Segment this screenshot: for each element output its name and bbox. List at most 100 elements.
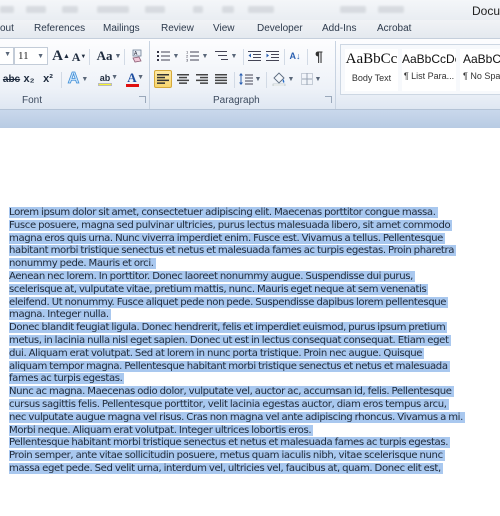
style-body-text[interactable]: AaBbCc Body Text <box>345 49 398 91</box>
chevron-down-icon: ▼ <box>37 52 44 60</box>
align-right-icon <box>196 74 208 84</box>
text-line: magna. Integer nulla. <box>9 309 495 322</box>
show-hide-marks-button[interactable]: ¶ <box>312 47 326 65</box>
tab-view[interactable]: View <box>213 23 235 34</box>
document-page[interactable]: Lorem ipsum dolor sit amet, consectetuer… <box>0 128 500 516</box>
text-line: nonummy pede. Mauris et orci. <box>9 258 495 271</box>
ribbon: ▼ 11 ▼ A ▲ A ▼ Aa ▼ A abc x₂ x² A ▼ ab ▼… <box>0 39 500 110</box>
quick-access-item[interactable] <box>97 6 129 13</box>
text-line: Fusce posuere, magna sed pulvinar ultric… <box>9 219 495 233</box>
paragraph[interactable]: Lorem ipsum dolor sit amet, consectetuer… <box>9 207 495 271</box>
style-name: ¶ List Para... <box>403 71 455 81</box>
tab-mailings[interactable]: Mailings <box>103 23 140 34</box>
grow-font-icon: A <box>52 47 63 64</box>
text-line: Proin semper, ante vitae sollicitudin po… <box>9 450 495 463</box>
change-case-button[interactable]: Aa ▼ <box>96 47 122 65</box>
selected-text: habitant morbi tristique senectus et net… <box>9 245 457 257</box>
font-color-icon: A <box>127 69 137 85</box>
selected-text: Nunc ac magna. Maecenas odio dolor, vulp… <box>9 386 454 398</box>
align-left-button[interactable] <box>154 70 172 88</box>
tab-acrobat[interactable]: Acrobat <box>377 23 411 34</box>
style-name: ¶ No Spa <box>463 71 500 81</box>
window-title: Docu <box>471 4 500 18</box>
quick-access-item[interactable] <box>340 6 366 13</box>
selected-text: Proin semper, ante vitae sollicitudin po… <box>9 450 445 462</box>
paragraph[interactable]: Aenean nec lorem. In porttitor. Donec la… <box>9 270 495 322</box>
numbering-button[interactable]: 1 2 3 ▼ <box>184 47 210 65</box>
bullets-button[interactable]: ▼ <box>155 47 181 65</box>
paragraph[interactable]: Pellentesque habitant morbi tristique se… <box>9 437 495 475</box>
quick-access-item[interactable] <box>222 6 234 13</box>
borders-icon <box>300 73 313 85</box>
decrease-indent-icon <box>247 51 261 61</box>
selected-text: dui. Aliquam erat volutpat. Sed at lorem… <box>9 347 425 359</box>
shading-button[interactable]: ▼ <box>270 70 296 88</box>
font-dialog-launcher[interactable] <box>139 96 146 103</box>
multilevel-list-icon <box>214 51 228 60</box>
style-no-spacing[interactable]: AaBbCc ¶ No Spa <box>460 49 500 91</box>
font-color-button[interactable]: A ▼ <box>120 70 144 88</box>
quick-access-item[interactable] <box>378 6 404 13</box>
decrease-indent-button[interactable] <box>246 47 262 65</box>
selected-text: massa eget pede. Sed velit urna, interdu… <box>9 462 443 474</box>
tab-developer[interactable]: Developer <box>257 23 303 34</box>
style-sample: AaBbCc <box>463 52 500 66</box>
style-name: Body Text <box>351 73 392 83</box>
tab-add-ins[interactable]: Add-Ins <box>322 23 356 34</box>
separator <box>89 49 90 65</box>
quick-access-item[interactable] <box>193 6 203 13</box>
align-center-button[interactable] <box>174 70 192 88</box>
tab-references[interactable]: References <box>34 23 85 34</box>
subscript-button[interactable]: x₂ <box>22 70 36 88</box>
quick-access-item[interactable] <box>0 6 14 13</box>
quick-access-item[interactable] <box>26 6 46 13</box>
tab-review[interactable]: Review <box>161 23 194 34</box>
subscript-icon: x₂ <box>23 73 35 85</box>
style-list-paragraph[interactable]: AaBbCcDc ¶ List Para... <box>402 49 456 91</box>
paragraph-group-label: Paragraph <box>213 95 260 106</box>
clear-formatting-icon: A <box>132 49 142 63</box>
superscript-button[interactable]: x² <box>41 70 55 88</box>
separator <box>243 49 244 65</box>
selected-text: Lorem ipsum dolor sit amet, consectetuer… <box>9 207 438 218</box>
selected-text: metus, in lacinia nulla nisl eget sapien… <box>9 334 451 346</box>
text-effects-button[interactable]: A ▼ <box>66 70 90 88</box>
paragraph[interactable]: Nunc ac magna. Maecenas odio dolor, vulp… <box>9 386 495 437</box>
highlight-button[interactable]: ab ▼ <box>92 70 118 88</box>
borders-button[interactable]: ▼ <box>298 70 324 88</box>
separator <box>124 49 125 65</box>
separator <box>307 49 308 65</box>
selected-text: nec vulputate augue magna vel risus. Cra… <box>9 411 465 423</box>
separator <box>266 72 267 88</box>
quick-access-item[interactable] <box>145 6 165 13</box>
strikethrough-button[interactable]: abc <box>3 70 20 88</box>
paragraph-dialog-launcher[interactable] <box>325 96 332 103</box>
clear-formatting-button[interactable]: A <box>129 47 145 65</box>
shrink-font-button[interactable]: A ▼ <box>72 48 87 66</box>
document-body[interactable]: Lorem ipsum dolor sit amet, consectetuer… <box>9 207 495 476</box>
font-size-dropdown[interactable]: 11 ▼ <box>14 47 48 65</box>
text-line: fames ac turpis egestas. <box>9 373 495 386</box>
quick-access-item[interactable] <box>62 6 78 13</box>
paint-bucket-icon <box>272 72 285 86</box>
grow-font-button[interactable]: A ▲ <box>52 47 70 65</box>
selected-text: cursus sagittis felis. Pellentesque port… <box>9 398 449 410</box>
line-spacing-button[interactable]: ▼ <box>238 70 262 88</box>
selected-text: Aenean nec lorem. In porttitor. Donec la… <box>9 270 415 282</box>
text-line: habitant morbi tristique senectus et net… <box>9 245 495 258</box>
selected-text: aliquam tempor magna. Pellentesque habit… <box>9 360 450 372</box>
multilevel-list-button[interactable]: ▼ <box>213 47 239 65</box>
font-name-dropdown[interactable]: ▼ <box>0 47 14 65</box>
quick-access-item[interactable] <box>248 6 274 13</box>
font-color-bar <box>125 83 139 87</box>
sort-button[interactable]: A↓ <box>287 47 303 65</box>
justify-button[interactable] <box>212 70 230 88</box>
selected-text: magna eros quis urna. Nunc viverra imper… <box>9 232 445 244</box>
paragraph[interactable]: Donec blandit feugiat ligula. Donec hend… <box>9 322 495 386</box>
text-line: nec vulputate augue magna vel risus. Cra… <box>9 411 495 425</box>
tab-page-layout[interactable]: out <box>0 23 14 34</box>
increase-indent-button[interactable] <box>264 47 280 65</box>
align-right-button[interactable] <box>193 70 211 88</box>
ribbon-tabs: out References Mailings Review View Deve… <box>0 20 500 39</box>
bullets-icon <box>156 51 170 61</box>
